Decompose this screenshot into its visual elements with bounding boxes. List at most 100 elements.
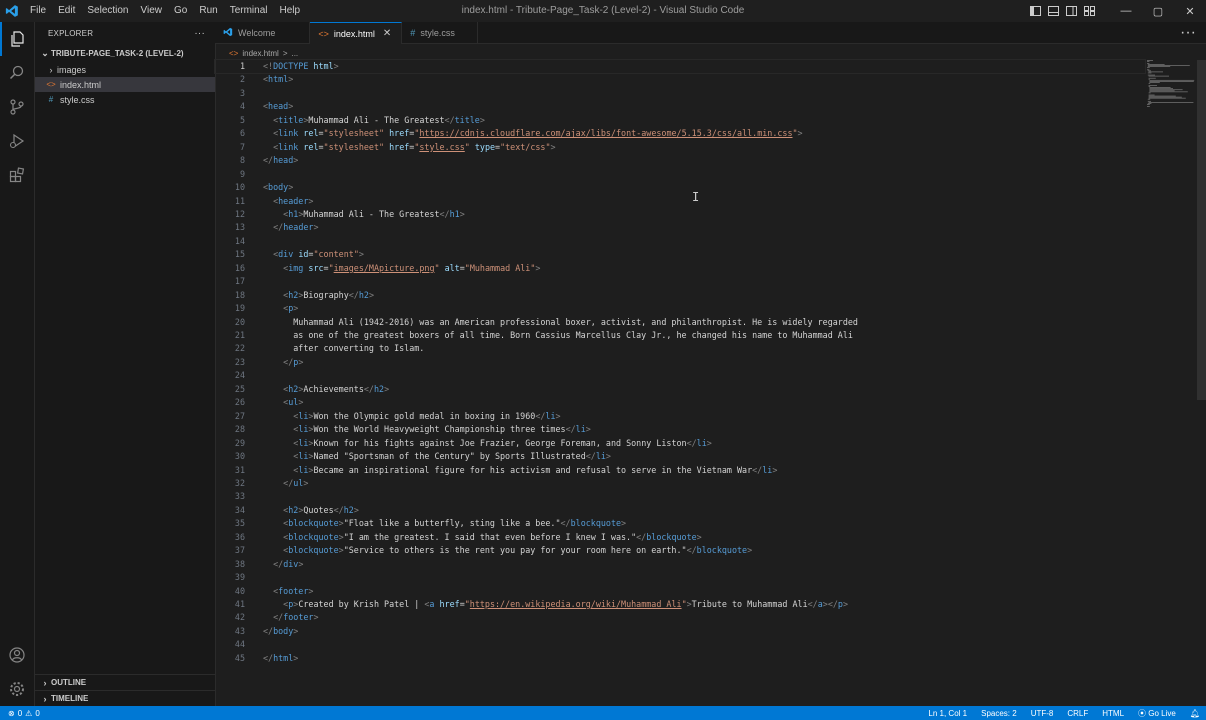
tab-welcome[interactable]: Welcome (215, 22, 311, 44)
tab-index-html[interactable]: <> index.html ✕ (310, 22, 403, 44)
search-icon[interactable] (0, 56, 34, 90)
outline-section[interactable]: › OUTLINE (35, 674, 215, 690)
minimap[interactable] (1145, 60, 1197, 110)
toggle-secondary-sidebar-icon[interactable] (1062, 0, 1080, 22)
code-line[interactable]: 35 <blockquote>"Float like a butterfly, … (215, 517, 1145, 530)
line-number: 30 (234, 451, 245, 462)
code-line[interactable]: 32 </ul> (215, 477, 1145, 490)
code-line[interactable]: 40 <footer> (215, 585, 1145, 598)
code-line[interactable]: 31 <li>Became an inspirational figure fo… (215, 464, 1145, 477)
customize-layout-icon[interactable] (1080, 0, 1098, 22)
code-line[interactable]: 21 as one of the greatest boxers of all … (215, 329, 1145, 342)
code-line[interactable]: 42 </footer> (215, 611, 1145, 624)
code-line[interactable]: 27 <li>Won the Olympic gold medal in box… (215, 410, 1145, 423)
code-line[interactable]: 26 <ul> (215, 396, 1145, 409)
toggle-primary-sidebar-icon[interactable] (1026, 0, 1044, 22)
code-line[interactable]: 15 <div id="content"> (215, 248, 1145, 261)
problems-indicator[interactable]: ⊗ 0 ⚠ 0 (0, 709, 40, 718)
code-line[interactable]: 43 </body> (215, 625, 1145, 638)
menu-view[interactable]: View (135, 0, 169, 22)
tab-style-css[interactable]: # style.css (402, 22, 478, 44)
code-line[interactable]: 29 <li>Known for his fights against Joe … (215, 437, 1145, 450)
code-line[interactable]: 5 <title>Muhammad Ali - The Greatest</ti… (215, 114, 1145, 127)
minimap-line (1148, 86, 1151, 87)
line-number: 16 (234, 262, 245, 273)
code-line[interactable]: 23 </p> (215, 356, 1145, 369)
vscode-logo-icon[interactable] (0, 0, 24, 22)
code-line[interactable]: 22 after converting to Islam. (215, 342, 1145, 355)
close-window-button[interactable]: ✕ (1174, 0, 1206, 22)
notifications-bell-icon[interactable]: 🔔︎ (1190, 709, 1200, 718)
code-line[interactable]: 24 (215, 369, 1145, 382)
code-line[interactable]: 38 </div> (215, 558, 1145, 571)
editor-scrollbar[interactable] (1197, 60, 1206, 400)
code-line[interactable]: 8 </head> (215, 154, 1145, 167)
tree-item-index-html[interactable]: <> index.html (35, 77, 215, 92)
breadcrumb-rest[interactable]: ... (291, 49, 298, 58)
settings-gear-icon[interactable] (0, 672, 34, 706)
code-line[interactable]: 36 <blockquote>"I am the greatest. I sai… (215, 531, 1145, 544)
maximize-button[interactable]: ▢ (1142, 0, 1174, 22)
code-line[interactable]: 9 (215, 168, 1145, 181)
language-mode[interactable]: HTML (1102, 709, 1124, 718)
code-line[interactable]: 19 <p> (215, 302, 1145, 315)
code-line[interactable]: 6 <link rel="stylesheet" href="https://c… (215, 127, 1145, 140)
source-control-icon[interactable] (0, 90, 34, 124)
line-code: <li>Won the World Heavyweight Championsh… (293, 424, 591, 435)
explorer-icon[interactable] (0, 22, 34, 56)
end-of-line[interactable]: CRLF (1067, 709, 1088, 718)
code-line[interactable]: 11 <header> (215, 195, 1145, 208)
menu-file[interactable]: File (24, 0, 52, 22)
code-line[interactable]: 7 <link rel="stylesheet" href="style.css… (215, 141, 1145, 154)
extensions-icon[interactable] (0, 158, 34, 192)
menu-go[interactable]: Go (168, 0, 193, 22)
code-line[interactable]: 2 <html> (215, 73, 1145, 86)
code-line[interactable]: 28 <li>Won the World Heavyweight Champio… (215, 423, 1145, 436)
go-live-button[interactable]: ⦿ Go Live (1138, 708, 1176, 719)
menu-terminal[interactable]: Terminal (224, 0, 274, 22)
breadcrumb-file[interactable]: index.html (242, 49, 278, 58)
code-line[interactable]: 33 (215, 490, 1145, 503)
toggle-panel-icon[interactable] (1044, 0, 1062, 22)
accounts-icon[interactable] (0, 638, 34, 672)
code-line[interactable]: 30 <li>Named "Sportsman of the Century" … (215, 450, 1145, 463)
code-line[interactable]: 10 <body> (215, 181, 1145, 194)
code-line[interactable]: 20 Muhammad Ali (1942-2016) was an Ameri… (215, 316, 1145, 329)
menu-help[interactable]: Help (274, 0, 307, 22)
indentation[interactable]: Spaces: 2 (981, 709, 1017, 718)
code-line[interactable]: 34 <h2>Quotes</h2> (215, 504, 1145, 517)
code-line[interactable]: 39 (215, 571, 1145, 584)
minimize-button[interactable]: — (1110, 0, 1142, 22)
close-icon[interactable]: ✕ (383, 28, 391, 39)
tree-item-images[interactable]: › images (35, 62, 215, 77)
code-line[interactable]: 45 </html> (215, 652, 1145, 665)
code-line[interactable]: 1 <!DOCTYPE html> (214, 59, 1146, 74)
timeline-section[interactable]: › TIMELINE (35, 690, 215, 706)
code-line[interactable]: 44 (215, 638, 1145, 651)
tree-item-style-css[interactable]: # style.css (35, 92, 215, 107)
code-line[interactable]: 17 (215, 275, 1145, 288)
menu-edit[interactable]: Edit (52, 0, 81, 22)
minimap-line (1147, 60, 1153, 61)
code-line[interactable]: 41 <p>Created by Krish Patel | <a href="… (215, 598, 1145, 611)
line-code: <h2>Quotes</h2> (283, 504, 359, 515)
menu-selection[interactable]: Selection (81, 0, 134, 22)
run-debug-icon[interactable] (0, 124, 34, 158)
code-line[interactable]: 16 <img src="images/MApicture.png" alt="… (215, 262, 1145, 275)
cursor-position[interactable]: Ln 1, Col 1 (928, 709, 967, 718)
code-line[interactable]: 37 <blockquote>"Service to others is the… (215, 544, 1145, 557)
menu-run[interactable]: Run (193, 0, 223, 22)
encoding[interactable]: UTF-8 (1031, 709, 1054, 718)
code-line[interactable]: 14 (215, 235, 1145, 248)
code-line[interactable]: 25 <h2>Achievements</h2> (215, 383, 1145, 396)
code-line[interactable]: 12 <h1>Muhammad Ali - The Greatest</h1> (215, 208, 1145, 221)
explorer-more-button[interactable]: ··· (194, 28, 205, 39)
code-line[interactable]: 4 <head> (215, 100, 1145, 113)
code-editor[interactable]: 1 <!DOCTYPE html> 2 <html> 3 4 <head> 5 <title>… (214, 59, 1146, 700)
code-line[interactable]: 18 <h2>Biography</h2> (215, 289, 1145, 302)
tab-label: index.html (333, 28, 375, 39)
workspace-folder[interactable]: ⌄ TRIBUTE-PAGE_TASK-2 (LEVEL-2) (35, 44, 215, 62)
more-actions-icon[interactable]: ··· (1180, 22, 1196, 44)
code-line[interactable]: 13 </header> (215, 221, 1145, 234)
code-line[interactable]: 3 (215, 87, 1145, 100)
